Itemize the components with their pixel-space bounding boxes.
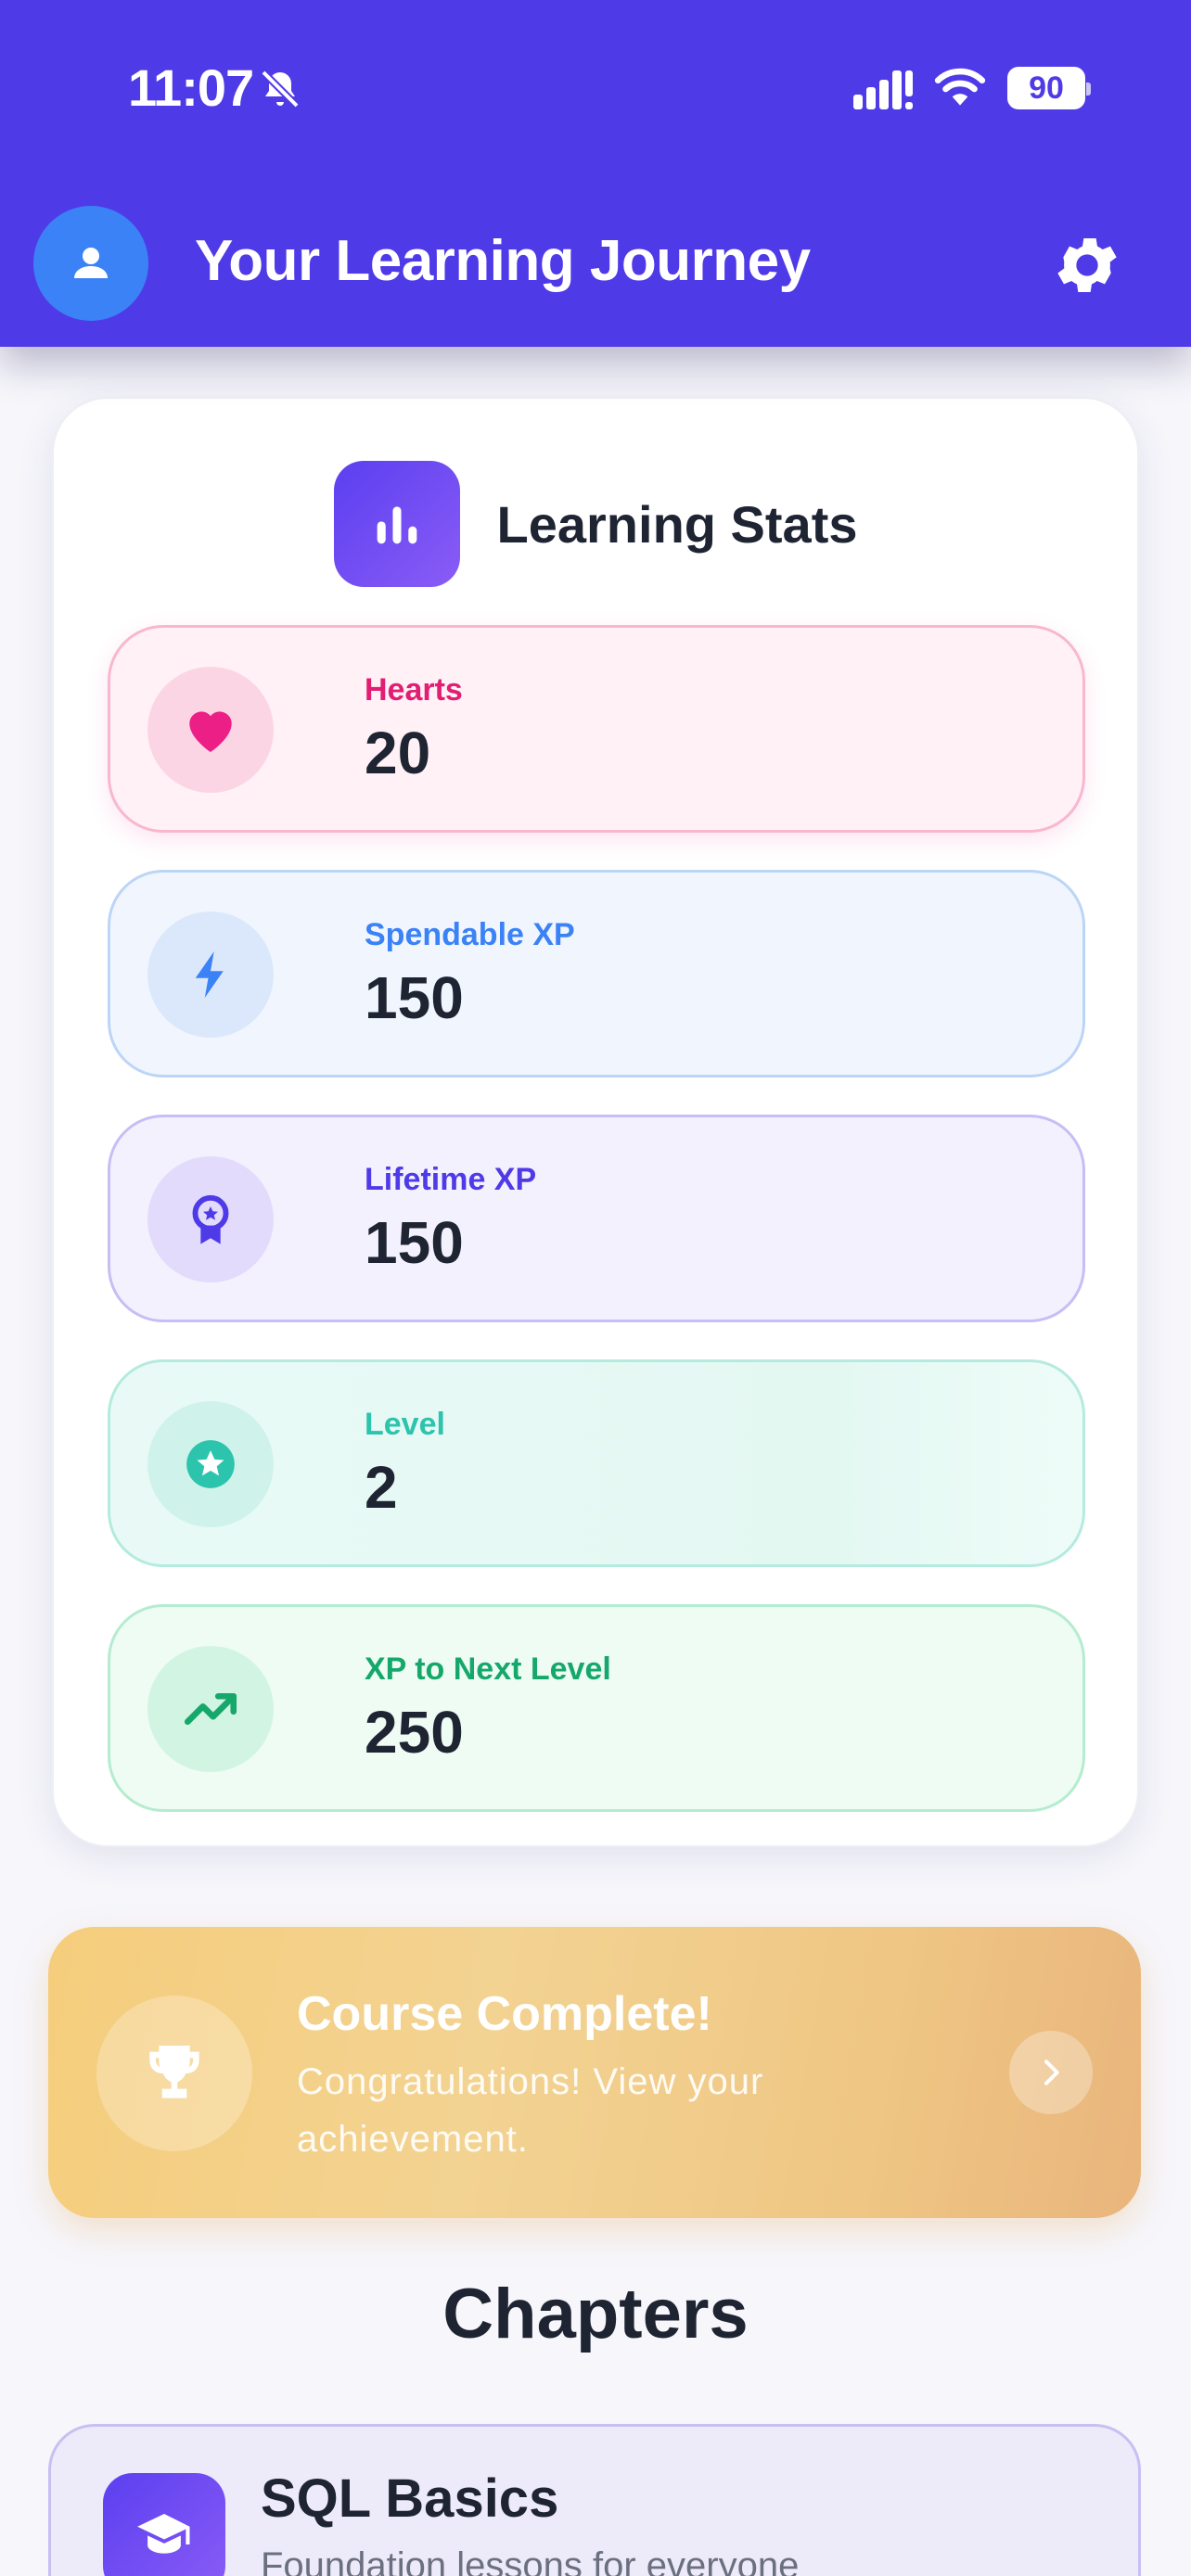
stat-value: 150 bbox=[365, 1209, 464, 1276]
stat-value: 150 bbox=[365, 964, 464, 1031]
stat-level: Level 2 bbox=[108, 1359, 1085, 1567]
learning-stats-card: Learning Stats Hearts 20 Spendable XP 15… bbox=[52, 397, 1139, 1847]
gear-icon bbox=[1057, 238, 1117, 292]
wifi-icon bbox=[934, 68, 986, 106]
complete-title: Course Complete! bbox=[297, 1987, 712, 2041]
stats-header: Learning Stats bbox=[54, 460, 1137, 588]
battery-level: 90 bbox=[1029, 70, 1064, 106]
stat-spendable-xp: Spendable XP 150 bbox=[108, 870, 1085, 1078]
battery-indicator: 90 bbox=[1007, 67, 1091, 109]
stat-label: XP to Next Level bbox=[365, 1651, 611, 1687]
trending-up-icon bbox=[147, 1646, 274, 1772]
stat-label: Hearts bbox=[365, 672, 463, 708]
trophy-icon bbox=[96, 1996, 252, 2151]
chapter-card-sql-basics[interactable]: SQL Basics Foundation lessons for everyo… bbox=[48, 2424, 1141, 2576]
stat-value: 20 bbox=[365, 720, 431, 786]
status-time: 11:07 bbox=[128, 58, 254, 117]
course-complete-banner[interactable]: Course Complete! Congratulations! View y… bbox=[48, 1927, 1141, 2218]
app-header: 11:07 90 Your Learning Journey bbox=[0, 0, 1191, 347]
signal-icon bbox=[853, 70, 913, 109]
chevron-right-icon bbox=[1044, 2060, 1059, 2085]
user-icon bbox=[74, 248, 108, 278]
stat-hearts: Hearts 20 bbox=[108, 625, 1085, 833]
bell-muted-icon bbox=[261, 70, 300, 108]
stat-label: Level bbox=[365, 1407, 445, 1442]
chapter-title: SQL Basics bbox=[261, 2468, 559, 2529]
view-achievement-button[interactable] bbox=[1009, 2031, 1093, 2114]
stat-value: 2 bbox=[365, 1454, 398, 1521]
page-title: Your Learning Journey bbox=[195, 229, 811, 293]
profile-avatar-button[interactable] bbox=[33, 206, 148, 321]
stat-label: Spendable XP bbox=[365, 917, 575, 952]
complete-subtitle: Congratulations! View your achievement. bbox=[297, 2061, 764, 2160]
settings-button[interactable] bbox=[1048, 226, 1126, 304]
bar-chart-icon bbox=[333, 461, 460, 587]
chapter-subtitle: Foundation lessons for everyone bbox=[261, 2545, 800, 2576]
stat-lifetime-xp: Lifetime XP 150 bbox=[108, 1115, 1085, 1322]
lightning-icon bbox=[147, 912, 274, 1038]
stat-label: Lifetime XP bbox=[365, 1162, 537, 1197]
chapters-heading: Chapters bbox=[442, 2275, 749, 2353]
stat-xp-to-next-level: XP to Next Level 250 bbox=[108, 1604, 1085, 1812]
award-icon bbox=[147, 1156, 274, 1282]
graduation-cap-icon bbox=[103, 2473, 225, 2576]
stat-value: 250 bbox=[365, 1699, 464, 1766]
heart-icon bbox=[147, 667, 274, 793]
stats-title: Learning Stats bbox=[496, 494, 858, 554]
star-icon bbox=[147, 1401, 274, 1527]
